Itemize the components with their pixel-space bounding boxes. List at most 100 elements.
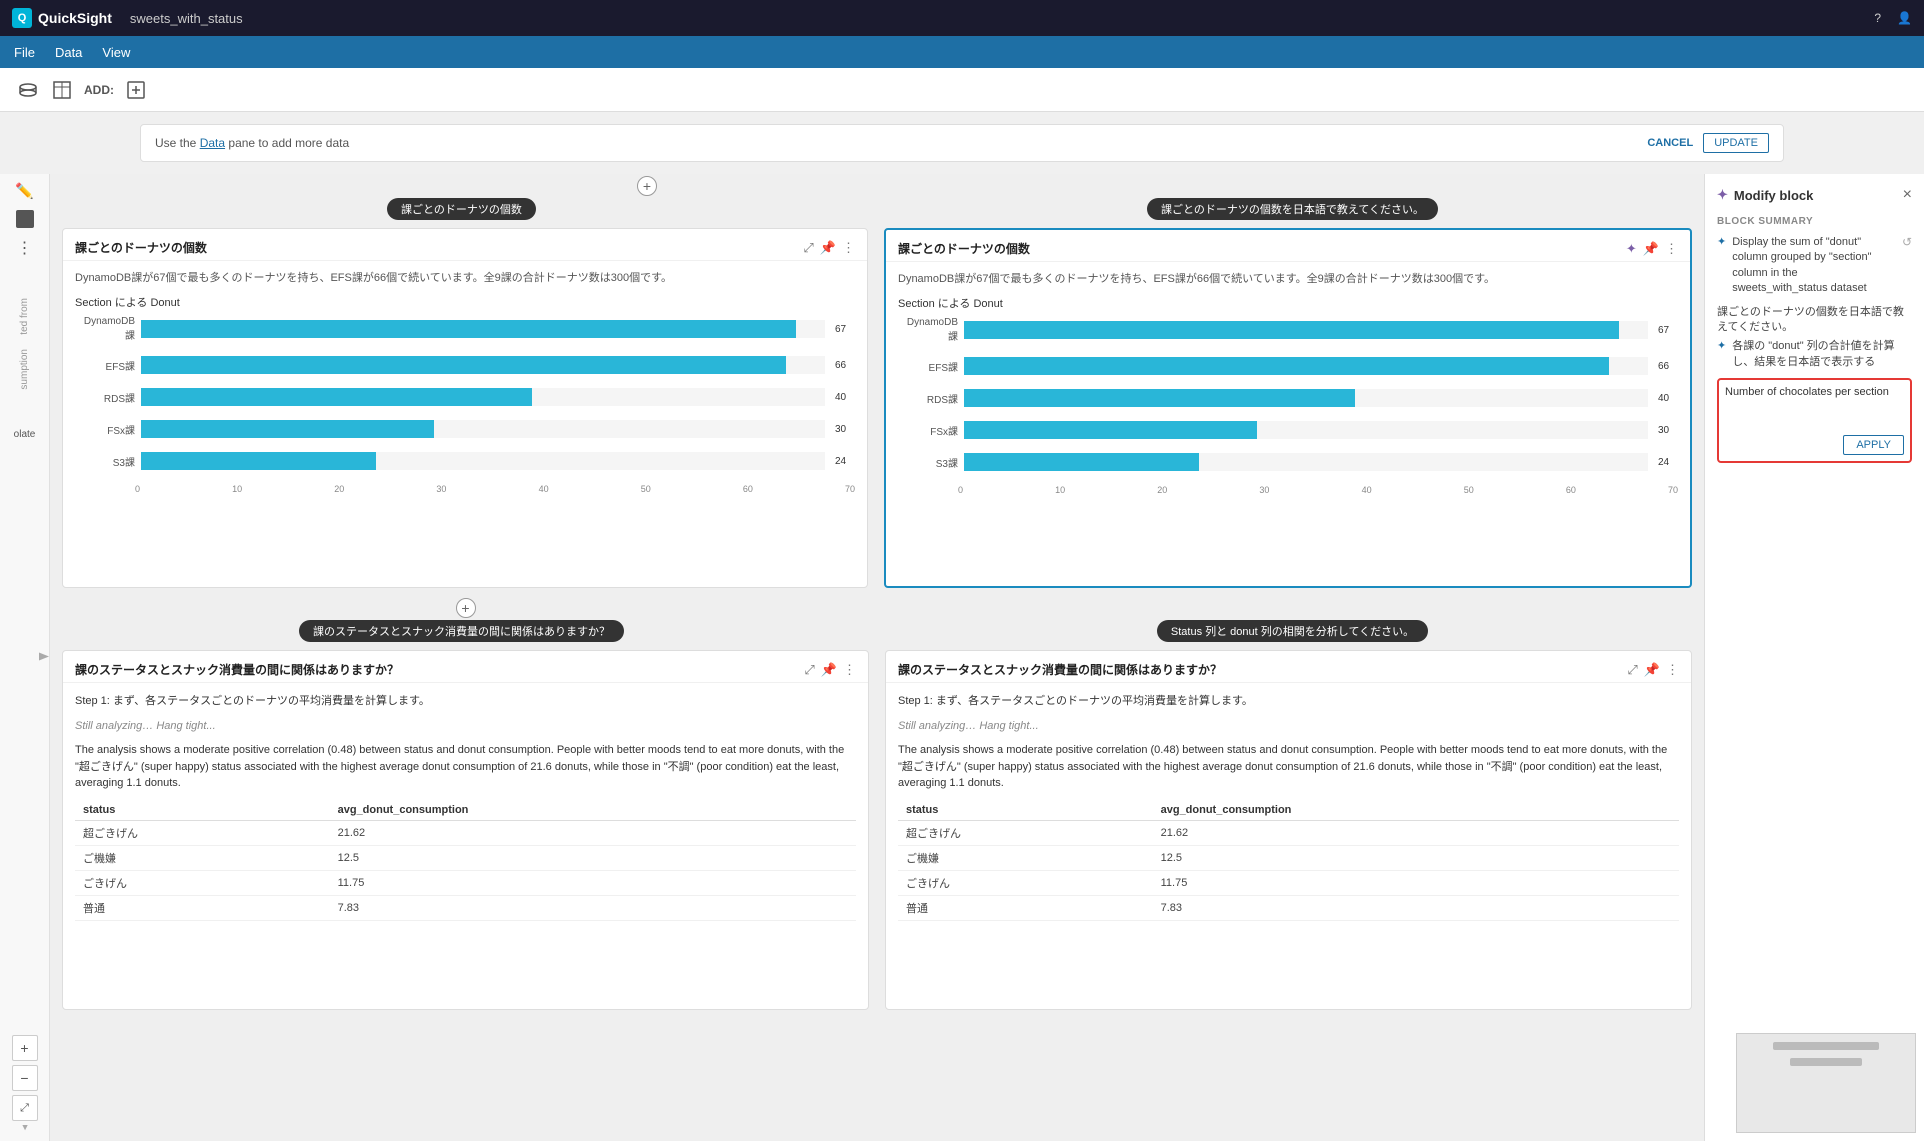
bar2-row-3: FSx課 30 [958, 421, 1678, 439]
instruction-wand-icon: ✦ [1717, 339, 1726, 352]
menu-bar: File Data View [0, 36, 1924, 68]
sidebar-icon-block[interactable] [16, 210, 34, 228]
menu-view[interactable]: View [102, 45, 130, 60]
table-row: 超ごきげん21.62 [898, 820, 1679, 845]
panel-2-more-icon[interactable]: ⋮ [1665, 241, 1678, 257]
sidebar-label-1: ted from [19, 298, 30, 335]
help-icon[interactable]: ? [1874, 11, 1881, 25]
user-icon[interactable]: 👤 [1897, 11, 1912, 25]
panel-4-step1: Step 1: まず、各ステータスごとのドーナツの平均消費量を計算します。 [898, 693, 1679, 710]
panel-3: 課のステータスとスナック消費量の間に関係はありますか？ ⤢ 📌 ⋮ Step 1… [62, 650, 869, 1010]
refresh-icon[interactable]: ↺ [1902, 235, 1912, 249]
panel-2-description: DynamoDB課が67個で最も多くのドーナツを持ち、EFS課が66個で続いてい… [898, 272, 1678, 287]
panel-4: 課のステータスとスナック消費量の間に関係はありますか？ ⤢ 📌 ⋮ Step 1… [885, 650, 1692, 1010]
section-pill-right-2: Status 列と donut 列の相関を分析してください。 [1157, 620, 1428, 642]
update-button[interactable]: UPDATE [1703, 133, 1769, 153]
jp-instruction-item: ✦ 各課の "donut" 列の合計値を計算し、結果を日本語で表示する [1717, 339, 1912, 370]
add-section-btn-1[interactable]: + [637, 176, 657, 196]
panel-3-header: 課のステータスとスナック消費量の間に関係はありますか？ ⤢ 📌 ⋮ [63, 651, 868, 683]
panel-3-analysis: The analysis shows a moderate positive c… [75, 742, 856, 792]
main-content: ✏️ ⋮ ted from sumption olate ▲ + − ⤢ + [0, 174, 1924, 1141]
notification-text: Use the Data pane to add more data [155, 136, 349, 150]
panel-1-expand-icon[interactable]: ⤢ [803, 240, 813, 256]
add-visual-icon[interactable] [124, 78, 148, 102]
panel-1-title: 課ごとのドーナツの個数 [75, 239, 207, 256]
panel-2-pin-icon[interactable]: 📌 [1643, 241, 1659, 257]
block-summary-label: Block summary [1717, 216, 1912, 227]
wand-icon: ✦ [1717, 187, 1728, 203]
section-pill-2: 課のステータスとスナック消費量の間に関係はありますか？ [299, 620, 624, 642]
panel-3-expand-icon[interactable]: ⤢ [804, 662, 814, 678]
panel-4-analyzing: Still analyzing… Hang tight... [898, 718, 1679, 735]
table-row: 超ごきげん21.62 [75, 820, 856, 845]
panel-3-more-icon[interactable]: ⋮ [843, 662, 856, 678]
section-pill-1: 課ごとのドーナツの個数 [387, 198, 536, 220]
toolbar: ADD: [0, 68, 1924, 112]
panel-4-header: 課のステータスとスナック消費量の間に関係はありますか？ ⤢ 📌 ⋮ [886, 651, 1691, 683]
zoom-in-button[interactable]: + [12, 1035, 38, 1061]
qs-logo-icon: Q [12, 8, 32, 28]
notification-bar: Use the Data pane to add more data CANCE… [140, 124, 1784, 162]
panel-3-title: 課のステータスとスナック消費量の間に関係はありますか？ [75, 661, 399, 678]
bar-row-4: S3課 24 [135, 452, 855, 470]
modify-block-input[interactable]: Number of chocolates per section [1725, 386, 1904, 426]
panel-4-table: status avg_donut_consumption 超ごきげん21.62 … [898, 800, 1679, 921]
panel-3-pin-icon[interactable]: 📌 [821, 662, 837, 678]
panel-4-body: Step 1: まず、各ステータスごとのドーナツの平均消費量を計算します。 St… [886, 683, 1691, 931]
panel-3-body: Step 1: まず、各ステータスごとのドーナツの平均消費量を計算します。 St… [63, 683, 868, 931]
col-header-avg-2: avg_donut_consumption [1153, 800, 1679, 821]
cancel-button[interactable]: CANCEL [1647, 133, 1693, 153]
panel-4-expand-icon[interactable]: ⤢ [1627, 662, 1637, 678]
top-bar-right: ? 👤 [1874, 11, 1912, 25]
apply-btn-wrapper: APPLY [1725, 435, 1904, 455]
summary-text-1: Display the sum of "donut" column groupe… [1732, 235, 1896, 297]
panel-2-chart: DynamoDB課 67 EFS課 66 RDS課 40 [898, 317, 1678, 495]
add-btn-row-2: + [50, 596, 1704, 620]
add-section-btn-2[interactable]: + [456, 598, 476, 618]
sidebar-more-icon[interactable]: ⋮ [17, 238, 33, 258]
panel-4-more-icon[interactable]: ⋮ [1666, 662, 1679, 678]
panel-1-chart-title: Section による Donut [75, 294, 855, 310]
menu-data[interactable]: Data [55, 45, 82, 60]
panel-1-pin-icon[interactable]: 📌 [820, 240, 836, 256]
panel-1-axis: 010203040506070 [135, 484, 855, 494]
sidebar-icon-pencil[interactable]: ✏️ [15, 182, 34, 200]
zoom-out-button[interactable]: − [12, 1065, 38, 1091]
panel-3-analyzing: Still analyzing… Hang tight... [75, 718, 856, 735]
datasource-icon[interactable] [16, 78, 40, 102]
zoom-controls: + − ⤢ [12, 1035, 38, 1121]
close-modify-block-button[interactable]: × [1903, 186, 1912, 204]
add-label: ADD: [84, 83, 114, 97]
panel-2-title: 課ごとのドーナツの個数 [898, 240, 1030, 257]
panel-1-more-icon[interactable]: ⋮ [842, 240, 855, 256]
section-pill-right-1: 課ごとのドーナツの個数を日本語で教えてください。 [1147, 198, 1438, 220]
panel-3-step1: Step 1: まず、各ステータスごとのドーナツの平均消費量を計算します。 [75, 693, 856, 710]
panel-1-actions: ⤢ 📌 ⋮ [803, 240, 855, 256]
modify-block-title: ✦ Modify block [1717, 187, 1813, 203]
summary-item-1: ✦ Display the sum of "donut" column grou… [1717, 235, 1912, 297]
panel-3-actions: ⤢ 📌 ⋮ [804, 662, 856, 678]
bar-row-1: EFS課 66 [135, 356, 855, 374]
bottom-panels-row: 課のステータスとスナック消費量の間に関係はありますか？ ⤢ 📌 ⋮ Step 1… [50, 642, 1704, 1018]
thumbnail-preview [1736, 1033, 1916, 1133]
panel-2-wand-icon[interactable]: ✦ [1626, 241, 1637, 257]
panel-1: 課ごとのドーナツの個数 ⤢ 📌 ⋮ DynamoDB課が67個で最も多くのドーナ… [62, 228, 868, 588]
jp-instruction-text: 各課の "donut" 列の合計値を計算し、結果を日本語で表示する [1732, 339, 1912, 370]
expand-arrow[interactable] [39, 644, 51, 671]
table-icon[interactable] [50, 78, 74, 102]
panel-1-description: DynamoDB課が67個で最も多くのドーナツを持ち、EFS課が66個で続いてい… [75, 271, 855, 286]
input-box-wrapper: Number of chocolates per section APPLY [1717, 378, 1912, 463]
panel-2-header: 課ごとのドーナツの個数 ✦ 📌 ⋮ [886, 230, 1690, 262]
apply-button[interactable]: APPLY [1843, 435, 1904, 455]
menu-file[interactable]: File [14, 45, 35, 60]
panel-1-chart: DynamoDB課 67 EFS課 66 RDS課 40 [75, 316, 855, 494]
data-link[interactable]: Data [200, 136, 225, 150]
panel-4-pin-icon[interactable]: 📌 [1644, 662, 1660, 678]
tab-title: sweets_with_status [130, 11, 243, 26]
section-labels-row1: + [50, 174, 1704, 198]
app-logo: Q QuickSight [12, 8, 112, 28]
panel-1-body: DynamoDB課が67個で最も多くのドーナツを持ち、EFS課が66個で続いてい… [63, 261, 867, 504]
col-header-status-1: status [75, 800, 330, 821]
expand-button[interactable]: ⤢ [12, 1095, 38, 1121]
panel-2: 課ごとのドーナツの個数 ✦ 📌 ⋮ DynamoDB課が67個で最も多くのドーナ… [884, 228, 1692, 588]
